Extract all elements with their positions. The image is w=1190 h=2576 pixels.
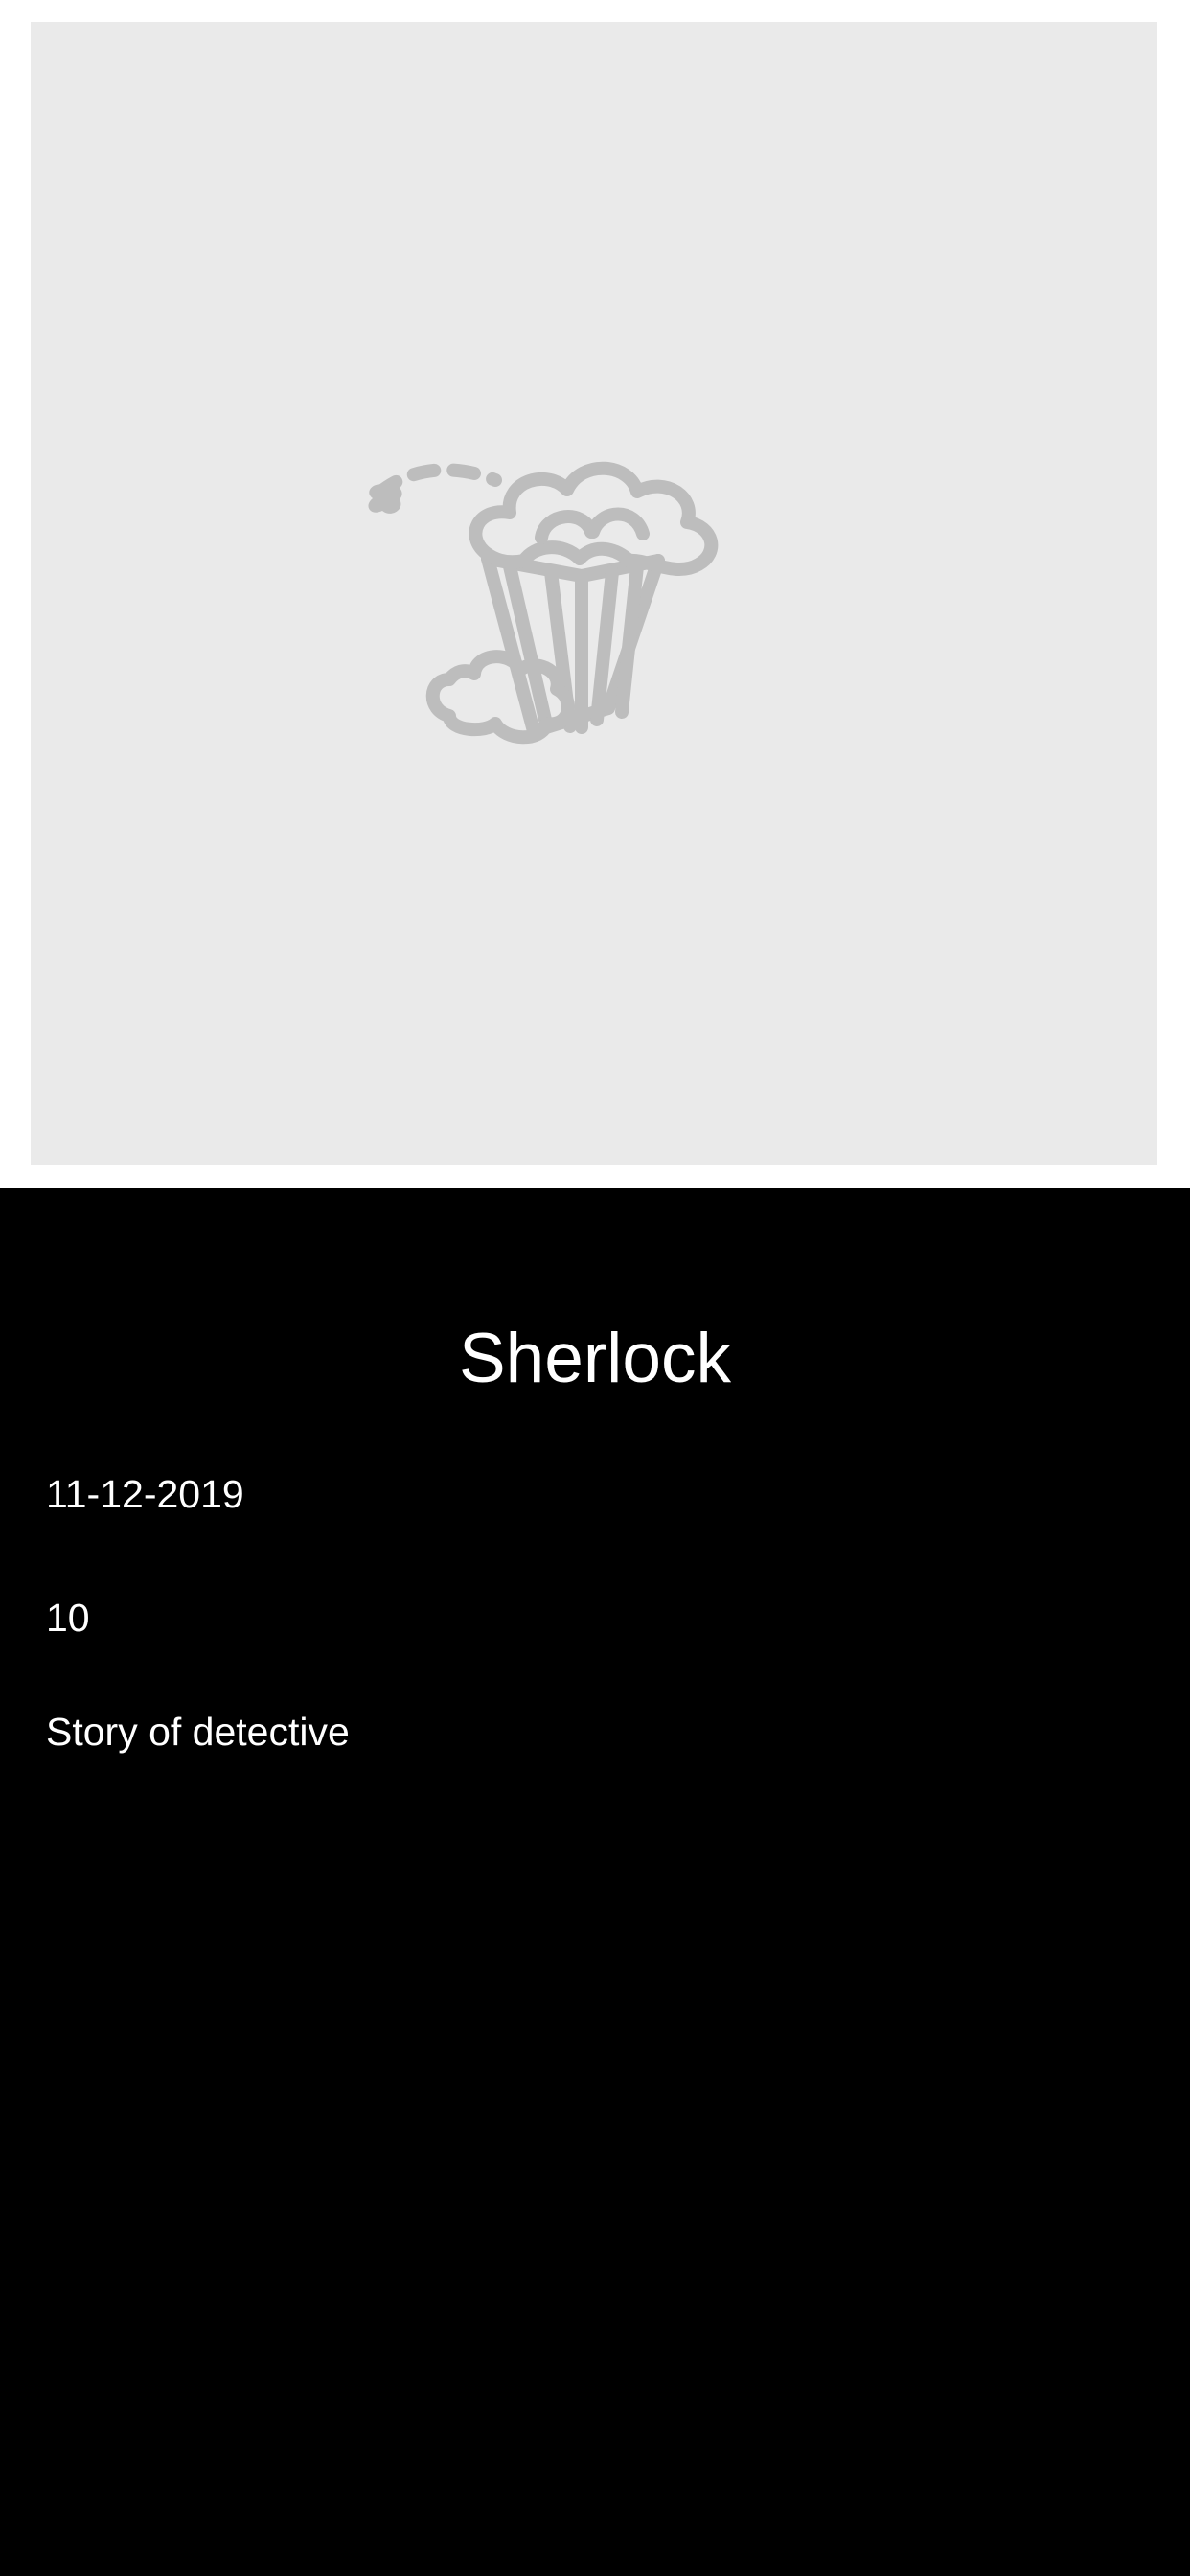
release-date: 11-12-2019 — [46, 1472, 244, 1516]
movie-rating: 10 — [46, 1596, 90, 1640]
movie-poster-placeholder — [31, 22, 1157, 1165]
poster-container — [0, 0, 1190, 1188]
popcorn-icon — [368, 461, 719, 745]
movie-overview: Story of detective — [46, 1710, 350, 1754]
movie-title: Sherlock — [458, 1320, 731, 1397]
movie-details-panel: Sherlock 11-12-2019 10 Story of detectiv… — [0, 1188, 1190, 2576]
